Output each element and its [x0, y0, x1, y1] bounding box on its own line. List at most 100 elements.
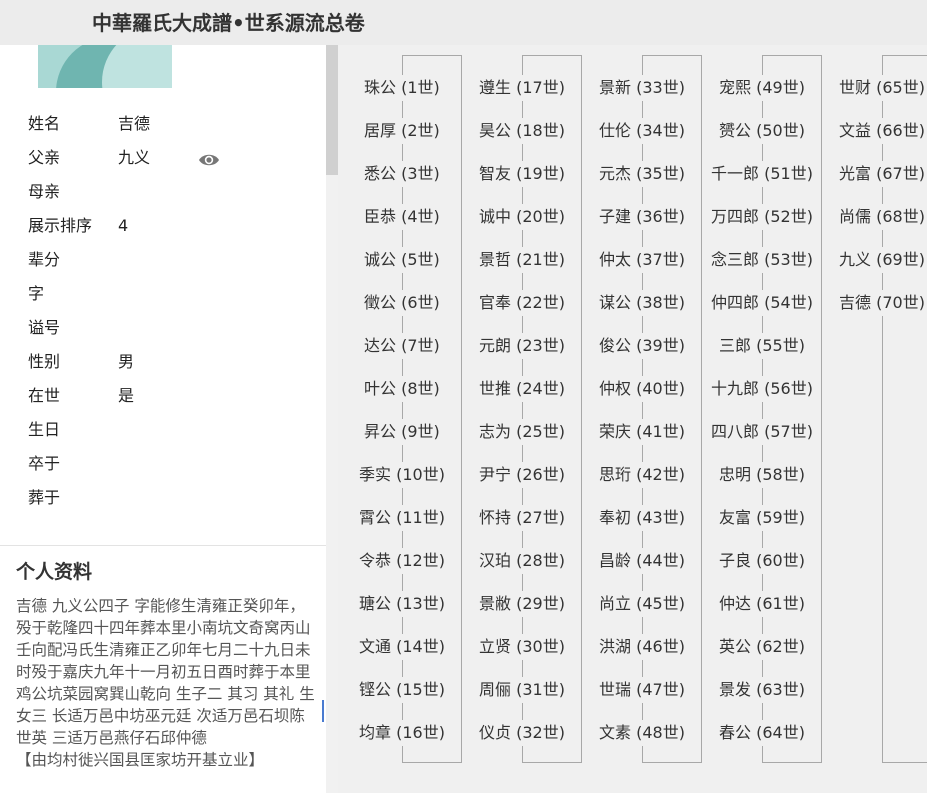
generation-item[interactable]: 仕伦 (34世)	[597, 118, 687, 144]
generation-item[interactable]: 万四郎 (52世)	[709, 204, 815, 230]
generation-item[interactable]: 友富 (59世)	[717, 505, 807, 531]
generation-item[interactable]: 立贤 (30世)	[477, 634, 567, 660]
generation-item[interactable]: 英公 (62世)	[717, 634, 807, 660]
generation-item[interactable]: 文益 (66世)	[837, 118, 927, 144]
profile-body: 吉德 九义公四子 字能修生清雍正癸卯年，殁于乾隆四十四年葬本里小南坑文奇窝丙山壬…	[16, 595, 316, 771]
generation-item[interactable]: 珠公 (1世)	[362, 75, 442, 101]
generation-item[interactable]: 诚公 (5世)	[362, 247, 442, 273]
field-label: 展示排序	[28, 216, 93, 235]
field-row-order: 展示排序 4	[28, 211, 318, 241]
field-row-birthday: 生日	[28, 415, 318, 445]
generation-item[interactable]: 世推 (24世)	[477, 376, 567, 402]
generation-item[interactable]: 诚中 (20世)	[477, 204, 567, 230]
generation-item[interactable]: 景新 (33世)	[597, 75, 687, 101]
generation-item[interactable]: 吉德 (70世)	[837, 290, 927, 316]
generation-item[interactable]: 景敝 (29世)	[477, 591, 567, 617]
generation-item[interactable]: 俊公 (39世)	[597, 333, 687, 359]
generation-item[interactable]: 光富 (67世)	[837, 161, 927, 187]
generation-item[interactable]: 九义 (69世)	[837, 247, 927, 273]
divider	[0, 545, 326, 546]
generation-item[interactable]: 瑭公 (13世)	[357, 591, 447, 617]
generation-item[interactable]: 汉珀 (28世)	[477, 548, 567, 574]
generation-item[interactable]: 春公 (64世)	[717, 720, 807, 746]
generation-item[interactable]: 世瑞 (47世)	[597, 677, 687, 703]
generation-item[interactable]: 尚儒 (68世)	[837, 204, 927, 230]
profile-title: 个人资料	[16, 561, 93, 583]
generation-item[interactable]: 徵公 (6世)	[362, 290, 442, 316]
field-row-gender: 性别 男	[28, 347, 318, 377]
generation-item[interactable]: 忠明 (58世)	[717, 462, 807, 488]
generation-item[interactable]: 赟公 (50世)	[717, 118, 807, 144]
generation-item[interactable]: 尚立 (45世)	[597, 591, 687, 617]
generation-item[interactable]: 思珩 (42世)	[597, 462, 687, 488]
text-cursor	[322, 700, 324, 722]
generation-item[interactable]: 奉初 (43世)	[597, 505, 687, 531]
generation-item[interactable]: 文素 (48世)	[597, 720, 687, 746]
generation-item[interactable]: 臣恭 (4世)	[362, 204, 442, 230]
generation-item[interactable]: 昊公 (18世)	[477, 118, 567, 144]
field-value: 男	[118, 352, 135, 371]
field-row-posthumous-name: 谥号	[28, 313, 318, 343]
field-row-burial: 葬于	[28, 483, 318, 513]
generation-item[interactable]: 文通 (14世)	[357, 634, 447, 660]
field-label: 在世	[28, 386, 61, 405]
generation-item[interactable]: 仲太 (37世)	[597, 247, 687, 273]
generation-item[interactable]: 念三郎 (53世)	[709, 247, 815, 273]
generation-item[interactable]: 洪湖 (46世)	[597, 634, 687, 660]
field-label: 母亲	[28, 182, 61, 201]
generation-item[interactable]: 谋公 (38世)	[597, 290, 687, 316]
field-row-alive: 在世 是	[28, 381, 318, 411]
field-row-courtesy-name: 字	[28, 279, 318, 309]
generation-item[interactable]: 元杰 (35世)	[597, 161, 687, 187]
scrollbar-thumb[interactable]	[326, 45, 338, 175]
generation-item[interactable]: 季实 (10世)	[357, 462, 447, 488]
generation-item[interactable]: 昇公 (9世)	[362, 419, 442, 445]
generation-item[interactable]: 达公 (7世)	[362, 333, 442, 359]
generation-item[interactable]: 尹宁 (26世)	[477, 462, 567, 488]
generation-item[interactable]: 四八郎 (57世)	[709, 419, 815, 445]
generation-item[interactable]: 千一郎 (51世)	[709, 161, 815, 187]
generation-item[interactable]: 怀持 (27世)	[477, 505, 567, 531]
generation-item[interactable]: 荣庆 (41世)	[597, 419, 687, 445]
field-row-death: 卒于	[28, 449, 318, 479]
generation-item[interactable]: 世财 (65世)	[837, 75, 927, 101]
generation-item[interactable]: 均章 (16世)	[357, 720, 447, 746]
header-bar: 中華羅氏大成譜•世系源流总卷	[0, 0, 927, 45]
field-label: 父亲	[28, 148, 61, 167]
generation-item[interactable]: 仲权 (40世)	[597, 376, 687, 402]
field-value: 是	[118, 386, 135, 405]
generation-item[interactable]: 遵生 (17世)	[477, 75, 567, 101]
generation-item[interactable]: 居厚 (2世)	[362, 118, 442, 144]
generation-item[interactable]: 铿公 (15世)	[357, 677, 447, 703]
generation-item[interactable]: 昌龄 (44世)	[597, 548, 687, 574]
generation-item[interactable]: 令恭 (12世)	[357, 548, 447, 574]
field-value: 吉德	[118, 114, 151, 133]
generation-item[interactable]: 霄公 (11世)	[357, 505, 447, 531]
generation-item[interactable]: 十九郎 (56世)	[709, 376, 815, 402]
generation-item[interactable]: 元朗 (23世)	[477, 333, 567, 359]
generation-item[interactable]: 宠熙 (49世)	[717, 75, 807, 101]
generation-item[interactable]: 叶公 (8世)	[362, 376, 442, 402]
generation-item[interactable]: 子良 (60世)	[717, 548, 807, 574]
generation-item[interactable]: 智友 (19世)	[477, 161, 567, 187]
profile-source: 【由均村徙兴国县匡家坊开基立业】	[16, 751, 265, 769]
generation-tree-panel: 珠公 (1世) 居厚 (2世) 悉公 (3世) 臣恭 (4世) 诚公 (5世) 徵公 (6…	[338, 45, 927, 793]
generation-item[interactable]: 仪贞 (32世)	[477, 720, 567, 746]
generation-item[interactable]: 仲达 (61世)	[717, 591, 807, 617]
field-row-name: 姓名 吉德	[28, 109, 318, 139]
generation-item[interactable]: 景发 (63世)	[717, 677, 807, 703]
generation-item[interactable]: 仲四郎 (54世)	[709, 290, 815, 316]
generation-item[interactable]: 志为 (25世)	[477, 419, 567, 445]
field-row-father: 父亲 九义	[28, 143, 318, 173]
generation-item[interactable]: 三郎 (55世)	[717, 333, 807, 359]
field-label: 谥号	[28, 318, 61, 337]
generation-item[interactable]: 子建 (36世)	[597, 204, 687, 230]
generation-item[interactable]: 景哲 (21世)	[477, 247, 567, 273]
page-title: 中華羅氏大成譜•世系源流总卷	[92, 11, 365, 35]
field-value[interactable]: 九义	[118, 143, 150, 173]
generation-item[interactable]: 官奉 (22世)	[477, 290, 567, 316]
generation-item[interactable]: 周俪 (31世)	[477, 677, 567, 703]
field-label: 辈分	[28, 250, 61, 269]
eye-icon[interactable]	[198, 149, 220, 167]
generation-item[interactable]: 悉公 (3世)	[362, 161, 442, 187]
